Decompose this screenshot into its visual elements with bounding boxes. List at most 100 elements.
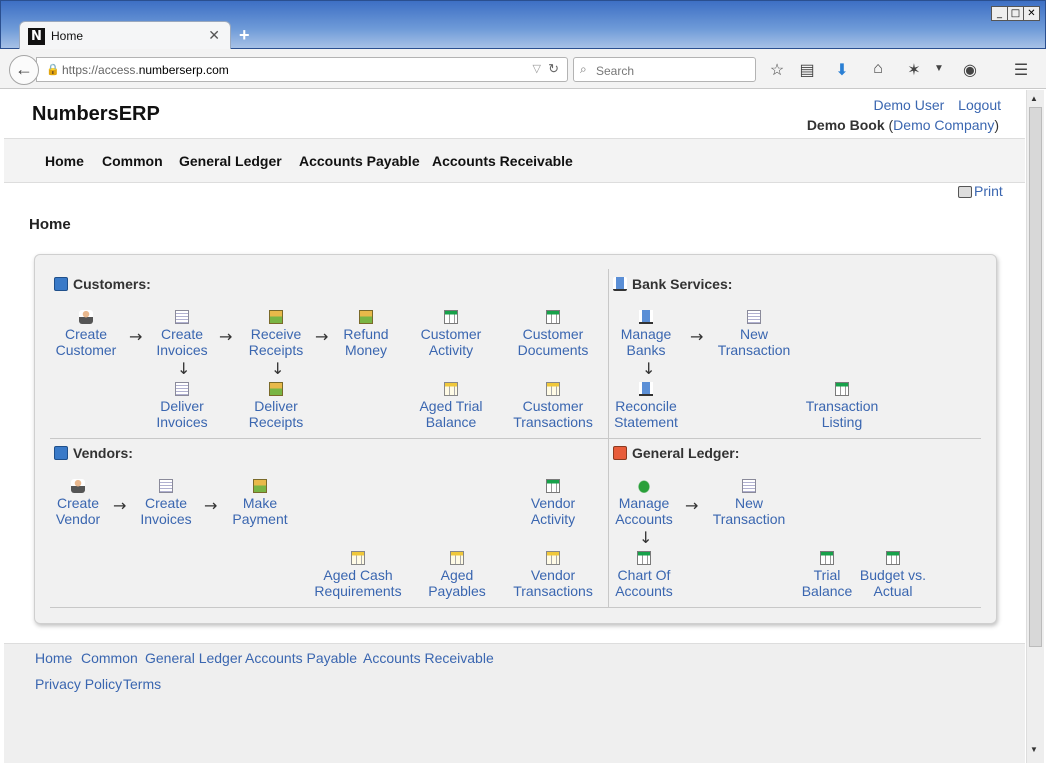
reload-icon[interactable]: ↻ <box>548 61 559 77</box>
page-title: Home <box>29 216 71 233</box>
search-placeholder: Search <box>596 64 635 78</box>
create-vendor-link[interactable]: Create Vendor <box>33 479 123 527</box>
customers-heading: Customers: <box>54 276 151 292</box>
chart-of-accounts-link[interactable]: Chart Of Accounts <box>599 551 689 599</box>
deliver-receipts-link[interactable]: Deliver Receipts <box>231 382 321 430</box>
horizontal-divider <box>50 438 608 439</box>
money-icon <box>637 479 651 493</box>
footer-common-link[interactable]: Common <box>81 650 138 666</box>
report-icon <box>546 479 560 493</box>
budget-vs-actual-link[interactable]: Budget vs. Actual <box>848 551 938 599</box>
print-link[interactable]: Print <box>958 183 1003 199</box>
scroll-up-icon[interactable]: ▲ <box>1030 94 1038 103</box>
report-icon <box>546 551 560 565</box>
person-icon <box>79 310 93 324</box>
person-icon <box>71 479 85 493</box>
new-tab-icon[interactable]: + <box>239 25 250 46</box>
flow-arrow-down: ↓ <box>271 359 285 378</box>
book-line: Demo Book (Demo Company) <box>806 117 999 133</box>
search-input[interactable]: ⌕ Search <box>573 57 756 82</box>
minimize-icon[interactable]: _ <box>991 6 1008 21</box>
chevron-down-icon[interactable]: ▼ <box>928 63 950 74</box>
report-icon <box>820 551 834 565</box>
addon-icon[interactable]: ✶ <box>903 60 925 80</box>
bookmark-star-icon[interactable]: ☆ <box>766 60 788 80</box>
bank-services-heading: Bank Services: <box>613 276 732 292</box>
download-icon[interactable]: ⬇ <box>831 60 853 80</box>
customer-transactions-link[interactable]: Customer Transactions <box>508 382 598 430</box>
vendor-transactions-link[interactable]: Vendor Transactions <box>508 551 598 599</box>
aged-trial-balance-link[interactable]: Aged Trial Balance <box>406 382 496 430</box>
manage-accounts-link[interactable]: Manage Accounts <box>599 479 689 527</box>
aged-cash-requirements-link[interactable]: Aged Cash Requirements <box>313 551 403 599</box>
refund-money-link[interactable]: Refund Money <box>321 310 411 358</box>
create-customer-link[interactable]: Create Customer <box>41 310 131 358</box>
receipt-icon <box>269 310 283 324</box>
horizontal-divider <box>609 438 981 439</box>
refund-icon <box>359 310 373 324</box>
deliver-invoices-link[interactable]: Deliver Invoices <box>137 382 227 430</box>
vendor-create-invoices-link[interactable]: Create Invoices <box>121 479 211 527</box>
site-favicon-icon: N <box>28 28 45 45</box>
footer-general-ledger-link[interactable]: General Ledger <box>145 650 242 666</box>
customer-documents-link[interactable]: Customer Documents <box>508 310 598 358</box>
vendor-activity-link[interactable]: Vendor Activity <box>508 479 598 527</box>
reconcile-statement-link[interactable]: Reconcile Statement <box>601 382 691 430</box>
user-link[interactable]: Demo User <box>873 97 944 113</box>
report-icon <box>546 310 560 324</box>
create-invoices-link[interactable]: Create Invoices <box>137 310 227 358</box>
back-button[interactable]: ← <box>9 55 39 85</box>
vertical-scrollbar[interactable]: ▲ ▼ <box>1026 90 1044 763</box>
footer-accounts-receivable-link[interactable]: Accounts Receivable <box>363 650 494 666</box>
general-ledger-heading: General Ledger: <box>613 445 739 461</box>
flow-arrow-down: ↓ <box>639 528 653 547</box>
browser-tab[interactable]: N Home ✕ <box>19 21 231 50</box>
aged-payables-link[interactable]: Aged Payables <box>412 551 502 599</box>
scrollbar-thumb[interactable] <box>1029 107 1042 647</box>
transaction-icon <box>742 479 756 493</box>
main-menu: Home Common General Ledger Accounts Paya… <box>4 138 1025 183</box>
home-icon[interactable]: ⌂ <box>867 60 889 78</box>
url-bar[interactable]: 🔒 https://access.numberserp.com ▽ ↻ <box>36 57 568 82</box>
menu-common[interactable]: Common <box>102 153 163 169</box>
reading-list-icon[interactable]: ▤ <box>796 60 818 80</box>
company-link[interactable]: Demo Company <box>893 117 994 133</box>
gl-new-transaction-link[interactable]: New Transaction <box>704 479 794 527</box>
page-viewport: NumbersERP Demo User Logout Demo Book (D… <box>4 90 1025 763</box>
footer-home-link[interactable]: Home <box>35 650 72 666</box>
menu-accounts-payable[interactable]: Accounts Payable <box>299 153 420 169</box>
menu-general-ledger[interactable]: General Ledger <box>179 153 282 169</box>
report-icon <box>351 551 365 565</box>
brand-logo: NumbersERP <box>32 103 160 125</box>
close-tab-icon[interactable]: ✕ <box>208 27 220 44</box>
invoice-icon <box>175 310 189 324</box>
menu-icon[interactable]: ☰ <box>1010 60 1032 80</box>
user-links: Demo User Logout <box>863 97 1001 113</box>
ledger-icon <box>613 446 627 460</box>
sync-icon[interactable]: ◉ <box>959 60 981 80</box>
url-dropdown-icon[interactable]: ▽ <box>533 62 541 75</box>
footer-accounts-payable-link[interactable]: Accounts Payable <box>245 650 357 666</box>
scroll-down-icon[interactable]: ▼ <box>1030 745 1038 754</box>
vendors-heading: Vendors: <box>54 445 133 461</box>
menu-home[interactable]: Home <box>45 153 84 169</box>
report-icon <box>450 551 464 565</box>
manage-banks-link[interactable]: Manage Banks <box>601 310 691 358</box>
footer-privacy-link[interactable]: Privacy Policy <box>35 676 122 692</box>
report-icon <box>835 382 849 396</box>
report-icon <box>444 382 458 396</box>
receive-receipts-link[interactable]: Receive Receipts <box>231 310 321 358</box>
bank-icon <box>613 277 627 291</box>
close-window-icon[interactable]: ✕ <box>1023 6 1040 21</box>
customer-activity-link[interactable]: Customer Activity <box>406 310 496 358</box>
browser-navbar: 🔒 https://access.numberserp.com ▽ ↻ ← ⌕ … <box>0 49 1046 89</box>
bank-new-transaction-link[interactable]: New Transaction <box>709 310 799 358</box>
book-label: Demo Book <box>806 117 885 133</box>
flow-arrow-right: → <box>690 327 704 346</box>
transaction-listing-link[interactable]: Transaction Listing <box>797 382 887 430</box>
maximize-icon[interactable]: □ <box>1007 6 1024 21</box>
menu-accounts-receivable[interactable]: Accounts Receivable <box>432 153 573 169</box>
make-payment-link[interactable]: Make Payment <box>215 479 305 527</box>
logout-link[interactable]: Logout <box>958 97 1001 113</box>
footer-terms-link[interactable]: Terms <box>123 676 161 692</box>
